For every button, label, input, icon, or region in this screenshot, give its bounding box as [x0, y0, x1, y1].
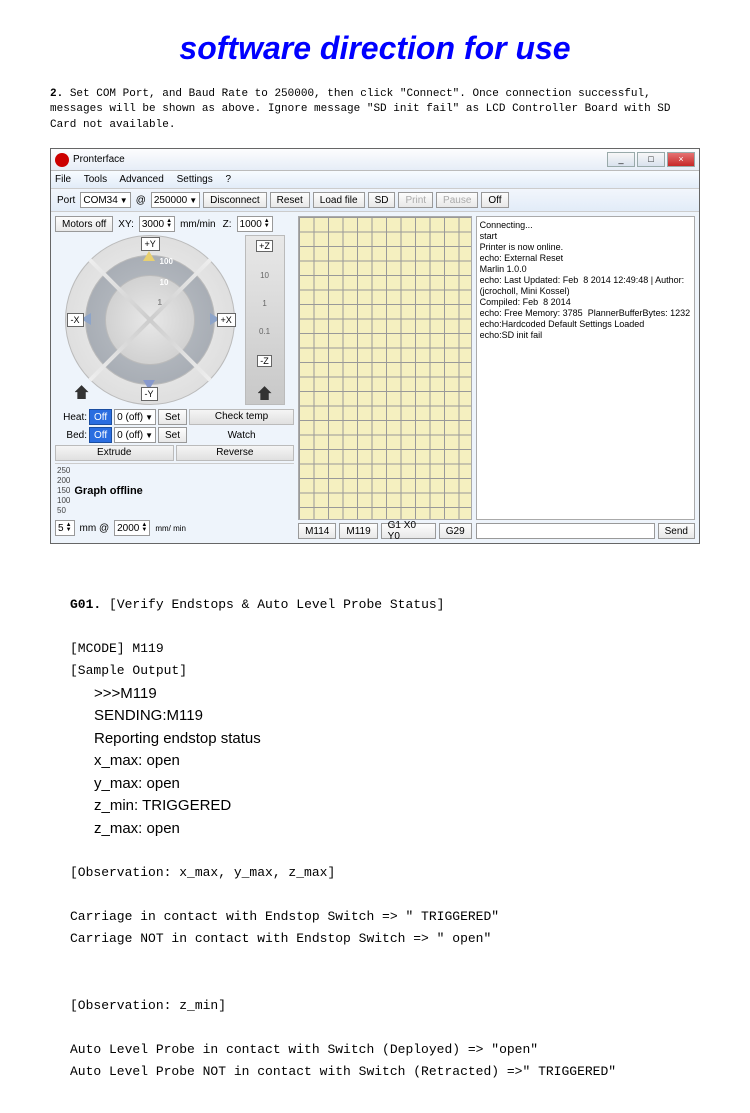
g01-label: G01.: [70, 597, 101, 612]
sd-button[interactable]: SD: [368, 192, 396, 208]
app-icon: [55, 153, 69, 167]
xy-speed-input[interactable]: 3000▲▼: [139, 216, 175, 232]
instruction-body: Set COM Port, and Baud Rate to 250000, t…: [50, 88, 671, 131]
obs1-line2: Carriage NOT in contact with Endstop Swi…: [70, 928, 680, 950]
at-label: @: [134, 195, 148, 206]
mcode-line: [MCODE] M119: [70, 638, 680, 660]
macro-m119[interactable]: M119: [339, 523, 377, 539]
heat-set-button[interactable]: Set: [158, 409, 187, 425]
port-select[interactable]: COM34▼: [80, 192, 130, 208]
jog-up-icon[interactable]: [143, 251, 155, 261]
obs2-line1: Auto Level Probe in contact with Switch …: [70, 1039, 680, 1061]
loadfile-button[interactable]: Load file: [313, 192, 365, 208]
menu-advanced[interactable]: Advanced: [119, 174, 163, 185]
menu-help[interactable]: ?: [226, 174, 232, 185]
g01-title: [Verify Endstops & Auto Level Probe Stat…: [109, 597, 444, 612]
step-number: 2.: [50, 88, 63, 100]
heat-toggle[interactable]: Off: [89, 409, 112, 425]
heat-temp-select[interactable]: 0 (off)▼: [114, 409, 156, 425]
sample-output: >>>M119 SENDING:M119 Reporting endstop s…: [94, 683, 680, 841]
heat-label: Heat:: [55, 412, 87, 423]
send-button[interactable]: Send: [658, 523, 695, 539]
toolbar: Port COM34▼ @ 250000▼ Disconnect Reset L…: [51, 189, 699, 212]
z-speed-input[interactable]: 1000▲▼: [237, 216, 273, 232]
pronterface-window: Pronterface _ □ × File Tools Advanced Se…: [50, 148, 700, 544]
menu-tools[interactable]: Tools: [84, 174, 107, 185]
menubar: File Tools Advanced Settings ?: [51, 171, 699, 189]
bed-label: Bed:: [55, 430, 87, 441]
console-output[interactable]: Connecting... start Printer is now onlin…: [476, 216, 695, 520]
mmmin-label: mm/min: [178, 219, 218, 230]
bed-temp-select[interactable]: 0 (off)▼: [114, 427, 156, 443]
graph-offline-label: Graph offline: [74, 485, 142, 497]
off-button[interactable]: Off: [481, 192, 508, 208]
reset-button[interactable]: Reset: [270, 192, 310, 208]
doc-section: G01. [Verify Endstops & Auto Level Probe…: [0, 574, 750, 1113]
bed-set-button[interactable]: Set: [158, 427, 187, 443]
check-temp-button[interactable]: Check temp: [189, 409, 294, 425]
xy-label: XY:: [116, 219, 136, 230]
disconnect-button[interactable]: Disconnect: [203, 192, 266, 208]
minimize-button[interactable]: _: [607, 152, 635, 167]
print-button[interactable]: Print: [398, 192, 433, 208]
maximize-button[interactable]: □: [637, 152, 665, 167]
menu-file[interactable]: File: [55, 174, 71, 185]
jog-minus-y[interactable]: -Y: [141, 387, 158, 401]
extrude-button[interactable]: Extrude: [55, 445, 174, 461]
ring-1: 1: [158, 298, 162, 307]
build-plate-grid[interactable]: [298, 216, 472, 520]
preview-column: M114 M119 G1 X0 Y0 G29: [298, 216, 472, 539]
jog-plus-z[interactable]: +Z: [256, 240, 273, 252]
extrude-speed-input[interactable]: 2000▲▼: [114, 520, 150, 536]
jog-plus-y[interactable]: +Y: [141, 237, 160, 251]
extrude-length-input[interactable]: 5▲▼: [55, 520, 75, 536]
instruction-text: 2. Set COM Port, and Baud Rate to 250000…: [0, 87, 750, 143]
close-button[interactable]: ×: [667, 152, 695, 167]
pause-button[interactable]: Pause: [436, 192, 478, 208]
command-input[interactable]: [476, 523, 655, 539]
macro-g29[interactable]: G29: [439, 523, 472, 539]
z-label: Z:: [221, 219, 234, 230]
home-xy-icon[interactable]: [75, 385, 89, 399]
window-title: Pronterface: [73, 154, 605, 165]
port-label: Port: [55, 195, 77, 206]
obs1-title: [Observation: x_max, y_max, z_max]: [70, 862, 680, 884]
obs2-title: [Observation: z_min]: [70, 995, 680, 1017]
jog-plus-x[interactable]: +X: [217, 313, 236, 327]
titlebar: Pronterface _ □ ×: [51, 149, 699, 171]
z-jog-column[interactable]: +Z 10 1 0.1 -Z: [245, 235, 285, 405]
jog-minus-x[interactable]: -X: [67, 313, 84, 327]
macro-m114[interactable]: M114: [298, 523, 336, 539]
sample-line: [Sample Output]: [70, 660, 680, 682]
console-column: Connecting... start Printer is now onlin…: [476, 216, 695, 539]
watch-label: Watch: [189, 430, 294, 441]
motors-off-button[interactable]: Motors off: [55, 216, 113, 232]
macro-g1[interactable]: G1 X0 Y0: [381, 523, 436, 539]
bed-toggle[interactable]: Off: [89, 427, 112, 443]
obs1-line1: Carriage in contact with Endstop Switch …: [70, 906, 680, 928]
obs2-line2: Auto Level Probe NOT in contact with Swi…: [70, 1061, 680, 1083]
baud-select[interactable]: 250000▼: [151, 192, 200, 208]
menu-settings[interactable]: Settings: [177, 174, 213, 185]
home-z-icon[interactable]: [258, 386, 272, 400]
left-column: Motors off XY: 3000▲▼ mm/min Z: 1000▲▼ 1…: [55, 216, 294, 539]
jog-minus-z[interactable]: -Z: [257, 355, 272, 367]
ring-100: 100: [160, 257, 173, 266]
reverse-button[interactable]: Reverse: [176, 445, 295, 461]
ring-10: 10: [160, 278, 169, 287]
page-title: software direction for use: [0, 0, 750, 87]
jog-control[interactable]: 100 10 1 +Y -Y -X +X +Z 10 1 0.1 -Z: [65, 235, 285, 405]
